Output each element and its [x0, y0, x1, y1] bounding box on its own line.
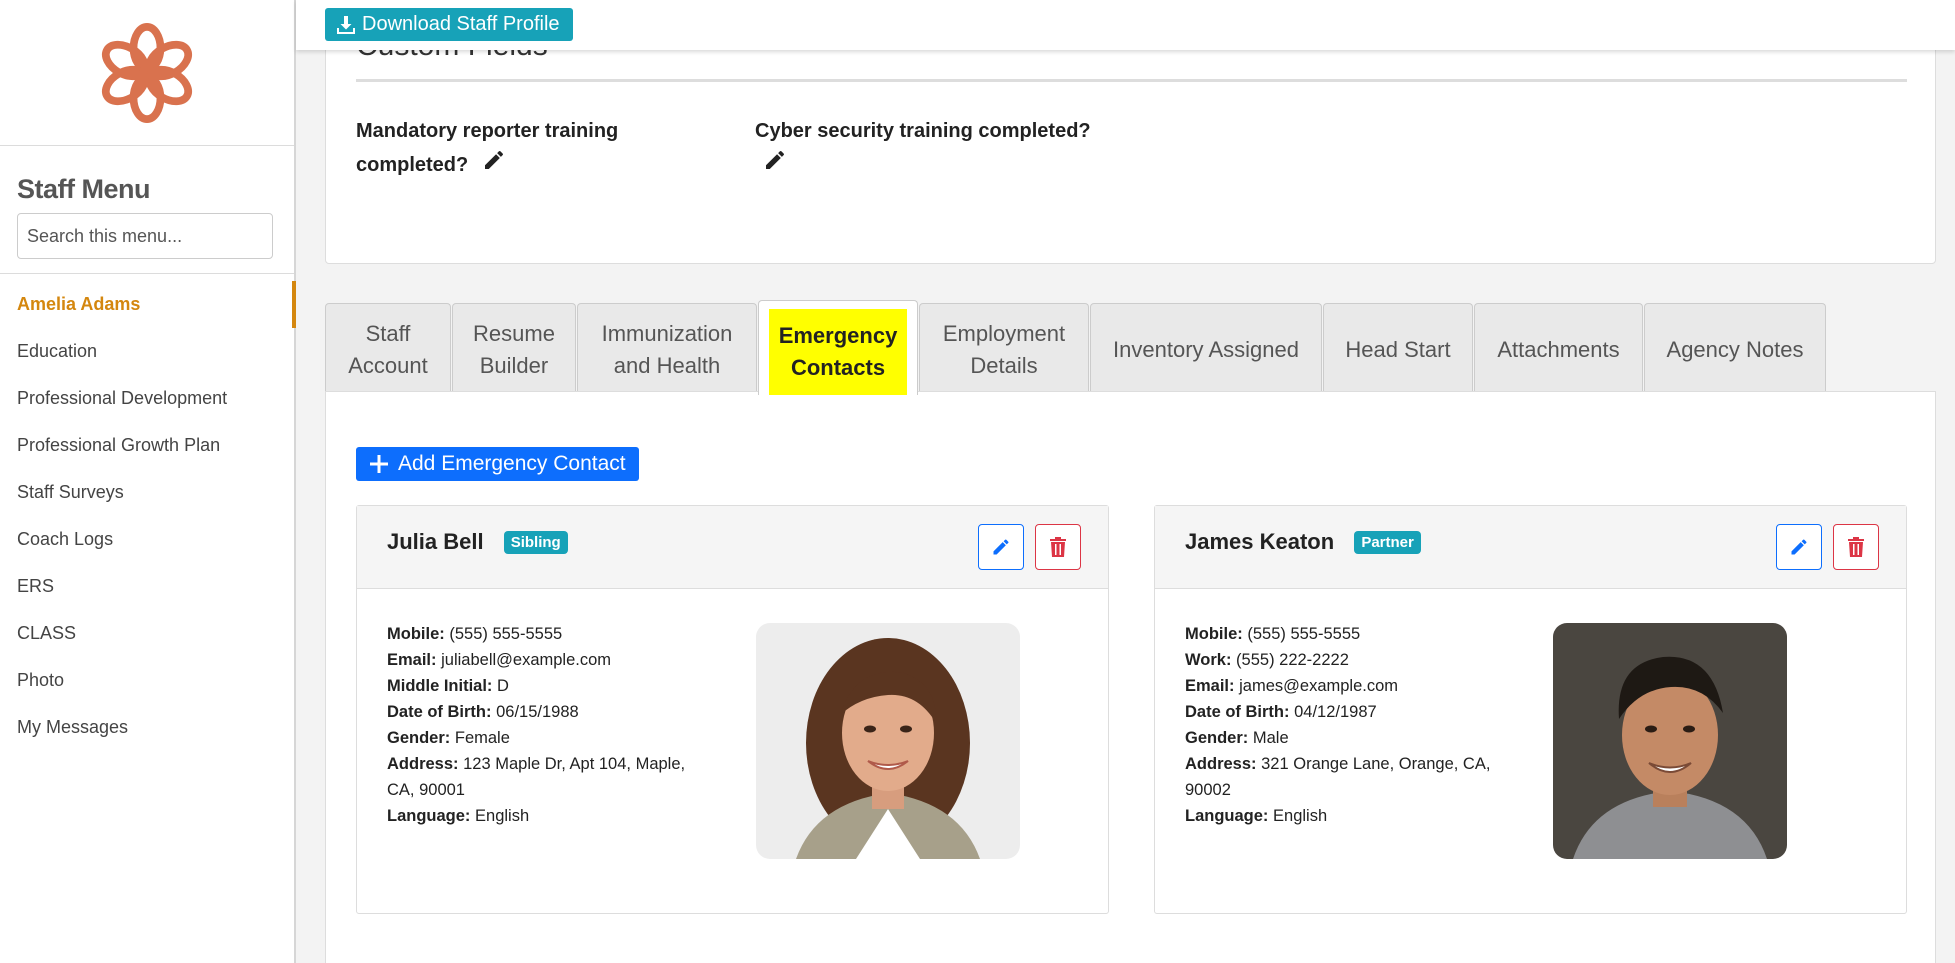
- contact-photo: [756, 623, 1020, 859]
- detail-work: Work: (555) 222-2222: [1185, 651, 1349, 669]
- menu-item-education[interactable]: Education: [0, 328, 294, 375]
- contact-card: James Keaton Partner Mobile: (555) 555-5…: [1154, 505, 1907, 914]
- staff-menu-list: Amelia Adams Education Professional Deve…: [0, 281, 296, 751]
- delete-contact-button[interactable]: [1035, 524, 1081, 570]
- menu-search-input[interactable]: [17, 213, 273, 259]
- detail-date-of-birth: Date of Birth: 06/15/1988: [387, 703, 579, 721]
- detail-middle-initial: Middle Initial: D: [387, 677, 509, 695]
- man-portrait-icon: [1553, 623, 1787, 859]
- menu-item-ers[interactable]: ERS: [0, 563, 294, 610]
- add-emergency-contact-label: Add Emergency Contact: [398, 452, 626, 475]
- tab-head-start[interactable]: Head Start: [1323, 303, 1473, 395]
- detail-date-of-birth: Date of Birth: 04/12/1987: [1185, 703, 1377, 721]
- pencil-icon[interactable]: [482, 148, 506, 183]
- menu-item-class[interactable]: CLASS: [0, 610, 294, 657]
- tab-attachments[interactable]: Attachments: [1474, 303, 1643, 395]
- menu-item-professional-growth-plan[interactable]: Professional Growth Plan: [0, 422, 294, 469]
- pencil-icon[interactable]: [763, 148, 787, 183]
- delete-contact-button[interactable]: [1833, 524, 1879, 570]
- tab-staff-account[interactable]: Staff Account: [325, 303, 451, 395]
- trash-icon: [1848, 537, 1864, 557]
- menu-item-my-messages[interactable]: My Messages: [0, 704, 294, 751]
- detail-mobile: Mobile: (555) 555-5555: [1185, 625, 1361, 643]
- detail-mobile: Mobile: (555) 555-5555: [387, 625, 563, 643]
- woman-portrait-icon: [756, 623, 1020, 859]
- detail-email: Email: juliabell@example.com: [387, 651, 612, 669]
- logo-area: [0, 0, 294, 146]
- detail-email: Email: james@example.com: [1185, 677, 1399, 695]
- custom-fields-divider: [356, 79, 1907, 82]
- flower-logo-icon: [101, 22, 193, 123]
- download-staff-profile-button[interactable]: Download Staff Profile: [325, 8, 573, 41]
- tab-employment-details[interactable]: Employment Details: [919, 303, 1089, 395]
- relation-badge: Sibling: [503, 531, 568, 554]
- custom-field-cyber-security: Cyber security training completed?: [755, 115, 1155, 183]
- menu-divider: [0, 273, 294, 274]
- contact-name: Julia Bell: [387, 529, 484, 554]
- add-emergency-contact-button[interactable]: Add Emergency Contact: [356, 447, 639, 481]
- contact-name: James Keaton: [1185, 529, 1335, 554]
- pencil-icon: [1791, 539, 1807, 555]
- trash-icon: [1050, 537, 1066, 557]
- contact-name-row: Julia Bell Sibling: [387, 529, 568, 555]
- menu-item-staff-surveys[interactable]: Staff Surveys: [0, 469, 294, 516]
- emergency-contacts-panel: Add Emergency Contact Julia Bell Sibling…: [325, 391, 1936, 963]
- staff-sidebar: Staff Menu Amelia Adams Education Profes…: [0, 0, 296, 963]
- tab-inventory-assigned[interactable]: Inventory Assigned: [1090, 303, 1322, 395]
- tab-agency-notes[interactable]: Agency Notes: [1644, 303, 1826, 395]
- contact-details: Mobile: (555) 555-5555 Email: juliabell@…: [387, 621, 717, 829]
- edit-contact-button[interactable]: [1776, 524, 1822, 570]
- relation-badge: Partner: [1354, 531, 1421, 554]
- contact-card: Julia Bell Sibling Mobile: (555) 555-555…: [356, 505, 1109, 914]
- custom-field-label: Cyber security training completed?: [755, 120, 1091, 142]
- detail-language: Language: English: [1185, 807, 1328, 825]
- tab-emergency-contacts[interactable]: Emergency Contacts: [758, 300, 918, 395]
- contact-card-header: Julia Bell Sibling: [357, 506, 1108, 589]
- staff-menu-title: Staff Menu: [17, 174, 151, 204]
- tab-emergency-contacts-label: Emergency Contacts: [769, 309, 907, 395]
- detail-language: Language: English: [387, 807, 530, 825]
- detail-gender: Gender: Female: [387, 729, 510, 747]
- edit-contact-button[interactable]: [978, 524, 1024, 570]
- top-bar: Download Staff Profile: [296, 0, 1955, 50]
- menu-item-coach-logs[interactable]: Coach Logs: [0, 516, 294, 563]
- menu-item-photo[interactable]: Photo: [0, 657, 294, 704]
- custom-field-mandatory-reporter: Mandatory reporter training completed?: [356, 115, 656, 183]
- contact-photo: [1553, 623, 1787, 859]
- tab-immunization-and-health[interactable]: Immunization and Health: [577, 303, 757, 395]
- contact-name-row: James Keaton Partner: [1185, 529, 1421, 555]
- detail-address: Address: 321 Orange Lane, Orange, CA, 90…: [1185, 755, 1491, 799]
- detail-gender: Gender: Male: [1185, 729, 1289, 747]
- detail-address: Address: 123 Maple Dr, Apt 104, Maple, C…: [387, 755, 686, 799]
- profile-tabs: Staff Account Resume Builder Immunizatio…: [325, 300, 1827, 395]
- download-staff-profile-label: Download Staff Profile: [362, 13, 560, 35]
- tab-resume-builder[interactable]: Resume Builder: [452, 303, 576, 395]
- menu-item-amelia-adams[interactable]: Amelia Adams: [0, 281, 296, 328]
- plus-icon: [370, 455, 388, 473]
- contact-details: Mobile: (555) 555-5555 Work: (555) 222-2…: [1185, 621, 1515, 829]
- menu-item-professional-development[interactable]: Professional Development: [0, 375, 294, 422]
- contact-card-header: James Keaton Partner: [1155, 506, 1906, 589]
- pencil-icon: [993, 539, 1009, 555]
- download-icon: [337, 15, 355, 34]
